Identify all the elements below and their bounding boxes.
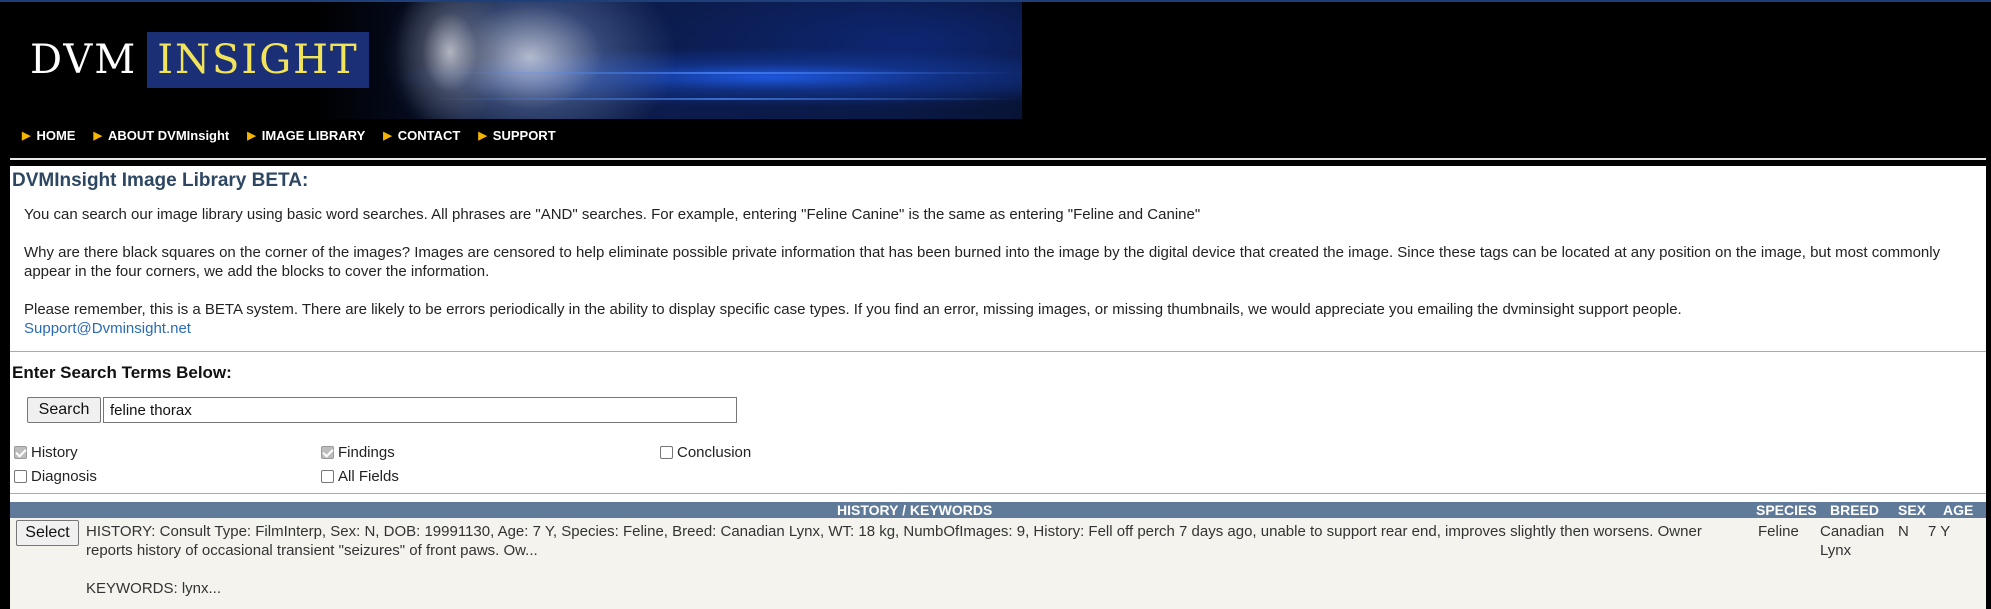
column-header-breed: BREED	[1830, 502, 1880, 518]
dvminsight-logo[interactable]: DVM INSIGHT	[20, 32, 369, 88]
option-conclusion[interactable]: Conclusion	[660, 444, 751, 461]
search-button[interactable]: Search	[27, 397, 101, 423]
logo-insight-text: INSIGHT	[147, 32, 369, 88]
nav-divider	[10, 158, 1986, 160]
column-header-history: HISTORY / KEYWORDS	[837, 502, 993, 518]
option-history[interactable]: History	[14, 444, 78, 461]
option-label: Findings	[338, 444, 395, 461]
nav-label: CONTACT	[397, 127, 461, 143]
option-label: History	[31, 444, 78, 461]
logo-dvm-text: DVM	[30, 37, 138, 83]
divider	[10, 493, 1986, 494]
history-cell: HISTORY: Consult Type: FilmInterp, Sex: …	[86, 523, 1702, 559]
nav-label: HOME	[36, 127, 76, 143]
age-cell: 7 Y	[1928, 523, 1951, 540]
nav-item-contact[interactable]: ▶ CONTACT	[383, 126, 460, 144]
page-title: DVMInsight Image Library BETA:	[12, 170, 309, 191]
arrow-right-icon: ▶	[478, 129, 487, 142]
column-header-sex: SEX	[1898, 502, 1927, 518]
results-table-header: HISTORY / KEYWORDS SPECIES BREED SEX AGE	[10, 502, 1986, 518]
select-button[interactable]: Select	[16, 520, 79, 546]
breed-cell: Canadian Lynx	[1820, 523, 1885, 559]
option-label: Conclusion	[677, 444, 752, 461]
nav-label: ABOUT DVMInsight	[107, 127, 230, 143]
species-cell: Feline	[1758, 523, 1799, 540]
nav-item-home[interactable]: ▶ HOME	[22, 126, 75, 144]
sex-cell: N	[1898, 523, 1909, 540]
diagnosis-checkbox[interactable]	[14, 470, 27, 483]
keywords-cell: KEYWORDS: lynx...	[86, 580, 222, 597]
divider	[10, 351, 1986, 352]
findings-checkbox[interactable]	[321, 446, 334, 459]
nav-label: IMAGE LIBRARY	[261, 127, 366, 143]
option-label: Diagnosis	[31, 468, 97, 485]
arrow-right-icon: ▶	[22, 129, 31, 142]
history-checkbox[interactable]	[14, 446, 27, 459]
option-diagnosis[interactable]: Diagnosis	[14, 468, 97, 485]
column-header-species: SPECIES	[1756, 502, 1817, 518]
all-fields-checkbox[interactable]	[321, 470, 334, 483]
column-header-age: AGE	[1943, 502, 1974, 518]
search-input[interactable]	[103, 397, 737, 423]
beta-notice: Please remember, this is a BETA system. …	[24, 300, 1974, 338]
nav-item-about[interactable]: ▶ ABOUT DVMInsight	[93, 126, 229, 144]
nav-label: SUPPORT	[492, 127, 556, 143]
black-squares-paragraph: Why are there black squares on the corne…	[24, 244, 1941, 280]
conclusion-checkbox[interactable]	[660, 446, 673, 459]
intro-paragraph: You can search our image library using b…	[24, 206, 1201, 223]
support-email-link[interactable]: Support@Dvminsight.net	[24, 320, 191, 337]
beta-notice-text: Please remember, this is a BETA system. …	[24, 301, 1682, 318]
nav-item-support[interactable]: ▶ SUPPORT	[478, 126, 555, 144]
header-banner: DVM INSIGHT	[10, 2, 1022, 119]
option-all-fields[interactable]: All Fields	[321, 468, 399, 485]
nav-item-image-library[interactable]: ▶ IMAGE LIBRARY	[247, 126, 365, 144]
main-nav: ▶ HOME ▶ ABOUT DVMInsight ▶ IMAGE LIBRAR…	[22, 126, 574, 144]
library-panel: DVMInsight Image Library BETA: You can s…	[10, 166, 1986, 609]
search-heading: Enter Search Terms Below:	[12, 363, 232, 382]
arrow-right-icon: ▶	[383, 129, 392, 142]
arrow-right-icon: ▶	[93, 129, 102, 142]
cat-xray-image	[390, 2, 540, 119]
option-label: All Fields	[338, 468, 399, 485]
option-findings[interactable]: Findings	[321, 444, 395, 461]
arrow-right-icon: ▶	[247, 129, 256, 142]
